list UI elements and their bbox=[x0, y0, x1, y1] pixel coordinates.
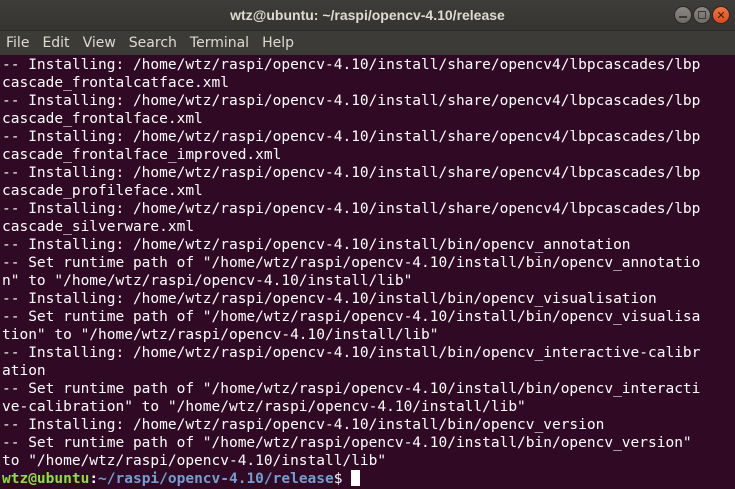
terminal-line: -- Installing: /home/wtz/raspi/opencv-4.… bbox=[2, 417, 605, 433]
terminal-line: -- Installing: /home/wtz/raspi/opencv-4.… bbox=[2, 291, 657, 307]
terminal-line: n" to "/home/wtz/raspi/opencv-4.10/insta… bbox=[2, 273, 413, 289]
prompt-separator: : bbox=[89, 471, 99, 487]
terminal-line: -- Installing: /home/wtz/raspi/opencv-4.… bbox=[2, 201, 701, 217]
menu-file[interactable]: File bbox=[6, 35, 29, 51]
terminal-line: -- Set runtime path of "/home/wtz/raspi/… bbox=[2, 309, 701, 325]
terminal-window: wtz@ubuntu: ~/raspi/opencv-4.10/release … bbox=[0, 0, 735, 489]
terminal-line: -- Set runtime path of "/home/wtz/raspi/… bbox=[2, 435, 692, 451]
close-icon: ✕ bbox=[716, 8, 726, 22]
terminal-line: ve-calibration" to "/home/wtz/raspi/open… bbox=[2, 399, 526, 415]
terminal-line: cascade_frontalface.xml bbox=[2, 111, 203, 127]
maximize-icon bbox=[698, 11, 706, 19]
terminal-output[interactable]: -- Installing: /home/wtz/raspi/opencv-4.… bbox=[0, 55, 735, 489]
text-cursor bbox=[351, 470, 361, 486]
terminal-line: cascade_frontalface_improved.xml bbox=[2, 147, 282, 163]
menu-edit[interactable]: Edit bbox=[42, 35, 69, 51]
terminal-line: cascade_frontalcatface.xml bbox=[2, 75, 229, 91]
prompt-line[interactable]: wtz@ubuntu:~/raspi/opencv-4.10/release$ bbox=[2, 470, 735, 488]
terminal-line: -- Installing: /home/wtz/raspi/opencv-4.… bbox=[2, 237, 631, 253]
menu-terminal[interactable]: Terminal bbox=[190, 35, 249, 51]
terminal-line: -- Set runtime path of "/home/wtz/raspi/… bbox=[2, 255, 701, 271]
terminal-line: -- Installing: /home/wtz/raspi/opencv-4.… bbox=[2, 165, 701, 181]
title-bar[interactable]: wtz@ubuntu: ~/raspi/opencv-4.10/release … bbox=[0, 0, 735, 31]
maximize-button[interactable] bbox=[693, 6, 711, 24]
terminal-line: -- Installing: /home/wtz/raspi/opencv-4.… bbox=[2, 345, 701, 361]
terminal-line: -- Set runtime path of "/home/wtz/raspi/… bbox=[2, 381, 701, 397]
terminal-line: -- Installing: /home/wtz/raspi/opencv-4.… bbox=[2, 57, 701, 73]
window-title: wtz@ubuntu: ~/raspi/opencv-4.10/release bbox=[230, 7, 505, 23]
menu-view[interactable]: View bbox=[83, 35, 116, 51]
prompt-path: ~/raspi/opencv-4.10/release bbox=[98, 471, 334, 487]
prompt-user-host: wtz@ubuntu bbox=[2, 471, 90, 487]
menu-help[interactable]: Help bbox=[262, 35, 294, 51]
prompt-symbol: $ bbox=[333, 471, 352, 487]
terminal-line: ation bbox=[2, 363, 46, 379]
terminal-line: cascade_profileface.xml bbox=[2, 183, 203, 199]
terminal-line: -- Installing: /home/wtz/raspi/opencv-4.… bbox=[2, 129, 701, 145]
terminal-line: cascade_silverware.xml bbox=[2, 219, 195, 235]
menu-search[interactable]: Search bbox=[129, 35, 177, 51]
terminal-line: -- Installing: /home/wtz/raspi/opencv-4.… bbox=[2, 93, 701, 109]
minimize-icon bbox=[679, 15, 687, 18]
menu-bar: File Edit View Search Terminal Help bbox=[0, 31, 735, 55]
terminal-line: to "/home/wtz/raspi/opencv-4.10/install/… bbox=[2, 453, 387, 469]
close-button[interactable]: ✕ bbox=[712, 6, 730, 24]
terminal-line: tion" to "/home/wtz/raspi/opencv-4.10/in… bbox=[2, 327, 439, 343]
minimize-button[interactable] bbox=[674, 6, 692, 24]
